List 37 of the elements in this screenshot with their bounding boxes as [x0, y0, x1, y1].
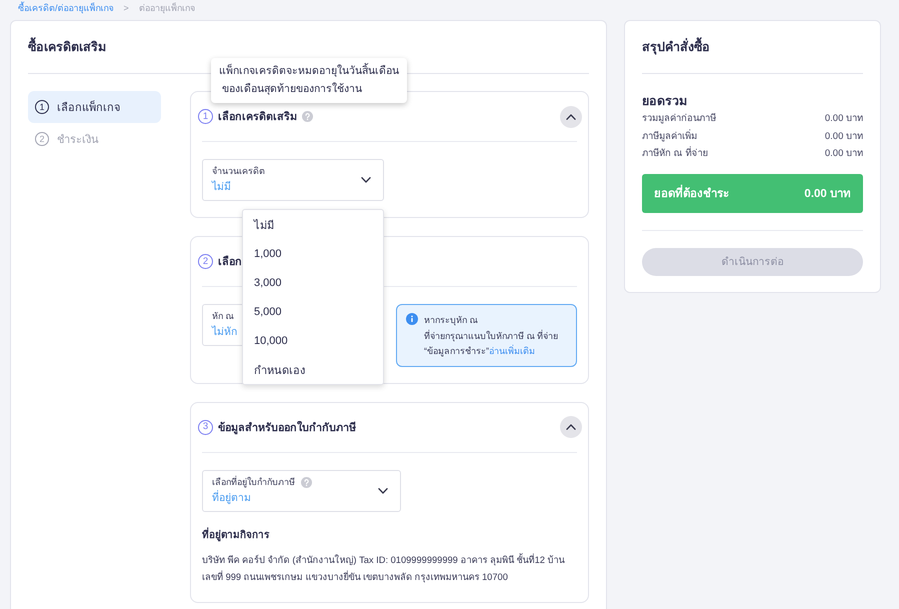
- dropdown-option[interactable]: กำหนดเอง: [243, 355, 383, 384]
- dropdown-option[interactable]: ไม่มี: [243, 210, 383, 239]
- total-value: 0.00 บาท: [804, 187, 851, 202]
- section-title: เลือกเครดิตเสริม: [218, 110, 297, 125]
- collapse-button[interactable]: [560, 106, 582, 128]
- tooltip: แพ็กเกจเครดิตจะหมดอายุในวันสิ้นเดือน ของเดือนสุดท้ายของการใช้งาน: [211, 58, 407, 103]
- total-label: ยอดที่ต้องชำระ: [654, 184, 729, 202]
- breadcrumb-separator: >: [124, 2, 129, 15]
- dropdown-option[interactable]: 10,000: [243, 326, 383, 355]
- select-field[interactable]: เลือกที่อยู่ใบกำกับภาษี ที่อยู่ตาม: [202, 470, 401, 512]
- collapse-button[interactable]: [560, 416, 582, 438]
- section-title: ข้อมูลสำหรับออกใบกำกับภาษี: [218, 420, 356, 436]
- dropdown-option[interactable]: 1,000: [243, 239, 383, 268]
- page-title: ซื้อเครดิตเสริม: [28, 37, 106, 57]
- summary-label: ภาษีหัก ณ ที่จ่าย: [642, 145, 708, 161]
- section-title: เลือก: [218, 254, 242, 270]
- section-number: 1: [198, 109, 213, 124]
- step-number: 2: [35, 132, 49, 146]
- section-number: 2: [198, 254, 213, 269]
- step-item[interactable]: 1 เลือกแพ็กเกจ: [28, 91, 161, 123]
- summary-value: 0.00 บาท: [824, 112, 863, 126]
- dropdown-option[interactable]: 5,000: [243, 297, 383, 326]
- address-heading: ที่อยู่ตามกิจการ: [202, 528, 270, 542]
- breadcrumb-current: ต่ออายุแพ็กเกจ: [138, 2, 195, 15]
- address-text: บริษัท พีค คอร์ป จำกัด (สำนักงานใหญ่) Tax ID: 0109999999999 อาคาร ลุมพินี ชั้นที่12 บ้านเลขที่ 999 ถนนเพชรเกษม แขวงบางยี่ขัน เขตบางพลัด กรุงเทพมหานคร 10700: [202, 552, 566, 584]
- summary-value: 0.00 บาท: [824, 147, 863, 161]
- info-text: หากระบุหัก ณ ที่จ่ายกรุณาแนบใบหักภาษี ณ ที่จ่าย “ข้อมูลการชำระ”อ่านเพิ่มเติม: [424, 314, 558, 358]
- section-number: 3: [198, 420, 213, 434]
- dropdown-option[interactable]: 3,000: [243, 268, 383, 297]
- summary-value: 0.00 บาท: [824, 130, 863, 144]
- summary-title: สรุปคำสั่งซื้อ: [642, 37, 710, 57]
- select-field[interactable]: จำนวนเครดิต ไม่มี: [202, 159, 384, 201]
- summary-label: รวมมูลค่าก่อนภาษี: [642, 112, 716, 126]
- summary-label: ภาษีมูลค่าเพิ่ม: [642, 128, 697, 144]
- info-icon: [406, 313, 418, 325]
- step-number: 1: [35, 100, 49, 114]
- total-heading: ยอดรวม: [642, 93, 688, 110]
